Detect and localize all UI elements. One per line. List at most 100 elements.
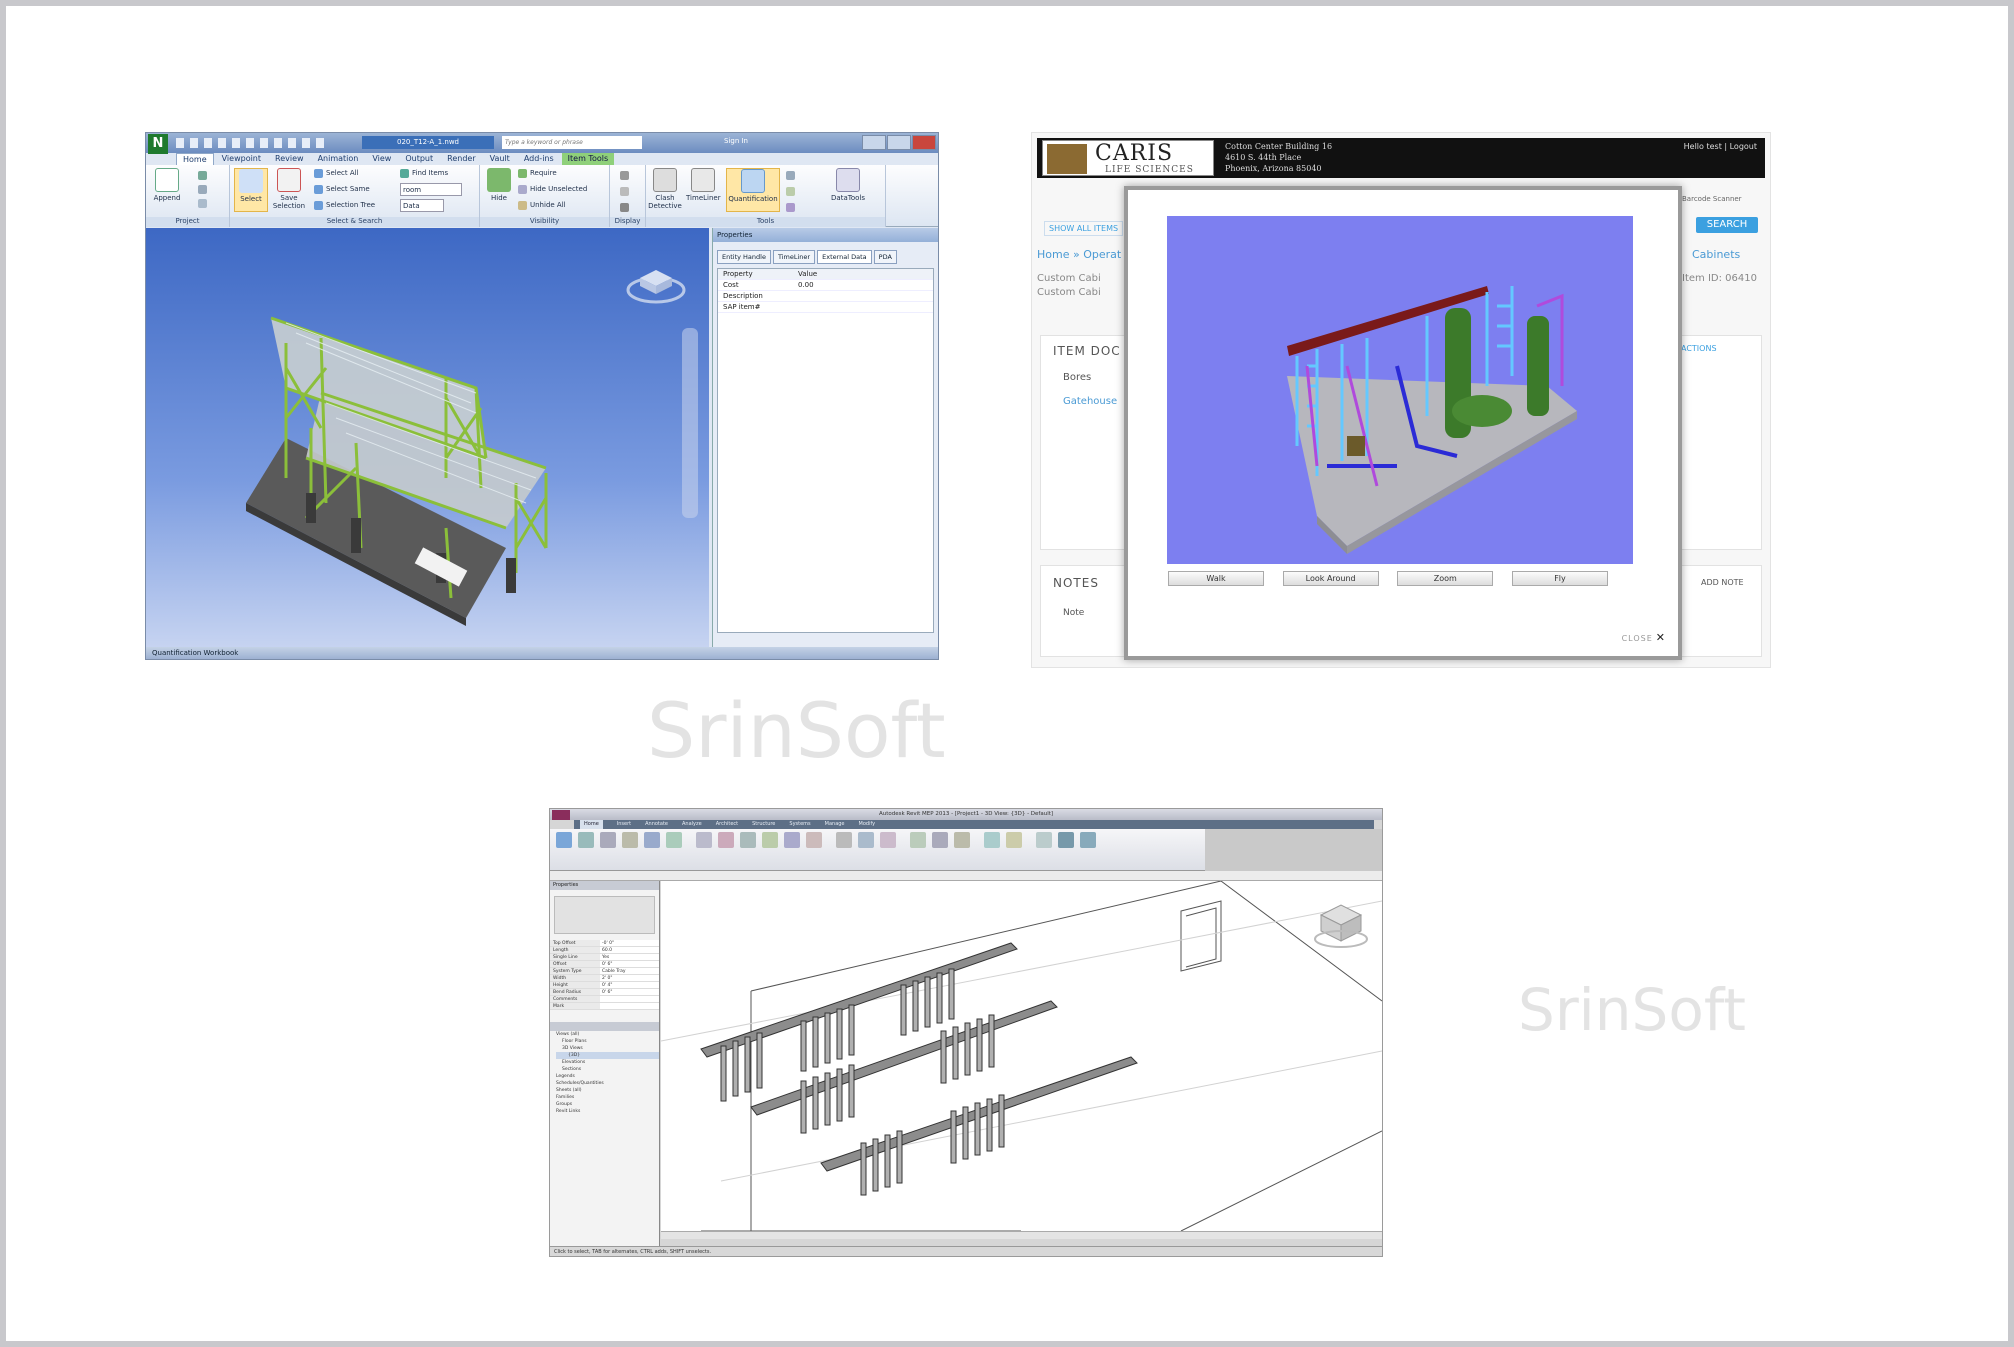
breadcrumb[interactable]: Home » Operat xyxy=(1037,248,1121,261)
model-text-icon[interactable] xyxy=(984,832,1000,848)
clash-detective-button[interactable]: Clash Detective xyxy=(648,168,682,212)
property-row[interactable]: Bend Radius 0' 6" xyxy=(550,989,659,996)
zoom-button[interactable]: Zoom xyxy=(1397,571,1494,586)
close-button[interactable]: CLOSE ✕ xyxy=(1622,631,1666,644)
tab-modify[interactable]: Modify xyxy=(859,820,876,829)
property-row[interactable]: Comments xyxy=(550,996,659,1003)
tree-item[interactable]: Sheets (all) xyxy=(556,1087,659,1094)
accessory-icon[interactable] xyxy=(644,832,660,848)
tab-timeliner[interactable]: TimeLiner xyxy=(772,250,816,264)
table-row[interactable]: Description xyxy=(718,291,933,302)
fly-button[interactable]: Fly xyxy=(1511,571,1608,586)
lighting-fixture-icon[interactable] xyxy=(836,832,852,848)
timeliner-button[interactable]: TimeLiner xyxy=(686,168,721,212)
property-row[interactable]: Length 60.0 xyxy=(550,947,659,954)
space-icon[interactable] xyxy=(932,832,948,848)
maximize-button[interactable] xyxy=(887,135,911,150)
view-control-bar[interactable] xyxy=(661,1231,1382,1239)
table-row[interactable]: Cost 0.00 xyxy=(718,280,933,291)
mechanical-equipment-icon[interactable] xyxy=(666,832,682,848)
select-same-button[interactable]: Select Same xyxy=(314,183,370,196)
tab-annotate[interactable]: Annotate xyxy=(645,820,668,829)
viewcube-icon[interactable] xyxy=(626,264,686,304)
tree-item[interactable]: Sections xyxy=(556,1066,659,1073)
append-button[interactable]: Append xyxy=(150,168,184,212)
refresh-button[interactable] xyxy=(198,169,210,182)
hide-button[interactable]: Hide xyxy=(482,168,516,212)
tab-home[interactable]: Home xyxy=(580,820,603,829)
navisworks-logo[interactable]: N xyxy=(148,134,168,154)
reference-plane-icon[interactable] xyxy=(1006,832,1022,848)
device-icon[interactable] xyxy=(880,832,896,848)
modify-icon[interactable] xyxy=(556,832,572,848)
tree-item[interactable]: Elevations xyxy=(556,1059,659,1066)
property-row[interactable]: Mark xyxy=(550,1003,659,1010)
selection-tree-button[interactable]: Selection Tree xyxy=(314,199,375,212)
quantification-button[interactable]: Quantification xyxy=(726,168,780,212)
property-row[interactable]: Offset 0' 6" xyxy=(550,961,659,968)
tab-vault[interactable]: Vault xyxy=(484,153,516,165)
barcode-link[interactable]: Barcode Scanner xyxy=(1682,195,1742,203)
navigation-bar[interactable] xyxy=(682,328,698,518)
property-row[interactable]: Top Offset -0' 0" xyxy=(550,940,659,947)
tab-systems[interactable]: Systems xyxy=(789,820,810,829)
tab-pda[interactable]: PDA xyxy=(873,250,897,264)
show-icon[interactable] xyxy=(1058,832,1074,848)
table-row[interactable]: SAP item# xyxy=(718,302,933,313)
tab-entity-handle[interactable]: Entity Handle xyxy=(717,250,771,264)
3d-viewport[interactable] xyxy=(146,228,709,649)
tab-output[interactable]: Output xyxy=(399,153,439,165)
property-row[interactable]: Single Line Yes xyxy=(550,954,659,961)
datatools-button[interactable]: DataTools xyxy=(826,168,870,212)
tab-review[interactable]: Review xyxy=(269,153,310,165)
require-button[interactable]: Require xyxy=(518,167,557,180)
3d-view-canvas[interactable] xyxy=(660,880,1382,1232)
electrical-equipment-icon[interactable] xyxy=(858,832,874,848)
select-all-button[interactable]: Select All xyxy=(314,167,359,180)
fitting-icon[interactable] xyxy=(622,832,638,848)
breadcrumb-right[interactable]: Cabinets xyxy=(1692,248,1740,261)
merge-button[interactable] xyxy=(198,183,210,196)
tab-viewpoint[interactable]: Viewpoint xyxy=(216,153,267,165)
scripter-button[interactable] xyxy=(786,185,798,198)
tree-item-selected[interactable]: {3D} xyxy=(556,1052,659,1059)
tree-item[interactable]: Families xyxy=(556,1094,659,1101)
conduit-icon[interactable] xyxy=(806,832,822,848)
tree-item[interactable]: Legends xyxy=(556,1073,659,1080)
file-options-button[interactable] xyxy=(198,197,210,210)
hide-unselected-button[interactable]: Hide Unselected xyxy=(518,183,587,196)
appearance-button[interactable] xyxy=(786,201,798,214)
property-row[interactable]: Width 2' 0" xyxy=(550,975,659,982)
quick-access-toolbar[interactable] xyxy=(176,138,326,148)
sign-in-link[interactable]: Sign In xyxy=(724,137,748,145)
search-button[interactable]: SEARCH xyxy=(1696,217,1758,233)
tree-item[interactable]: Schedules/Quantities xyxy=(556,1080,659,1087)
3d-viewer-canvas[interactable] xyxy=(1167,216,1633,564)
quick-find-input[interactable]: room xyxy=(400,183,462,196)
tab-analyze[interactable]: Analyze xyxy=(682,820,702,829)
property-row[interactable]: System Type Cable Tray xyxy=(550,968,659,975)
tab-item-tools[interactable]: Item Tools xyxy=(561,153,615,165)
tab-view[interactable]: View xyxy=(366,153,397,165)
set-workplane-icon[interactable] xyxy=(1036,832,1052,848)
tree-item[interactable]: Floor Plans xyxy=(556,1038,659,1045)
component-icon[interactable] xyxy=(910,832,926,848)
actions-dropdown[interactable]: ACTIONS xyxy=(1681,344,1717,353)
tree-item[interactable]: Groups xyxy=(556,1101,659,1108)
add-note-button[interactable]: ADD NOTE xyxy=(1701,578,1744,587)
type-selector[interactable] xyxy=(554,896,655,934)
sets-dropdown[interactable]: Data xyxy=(400,199,444,212)
sprinkler-icon[interactable] xyxy=(740,832,756,848)
links-button[interactable] xyxy=(620,169,632,182)
air-terminal-icon[interactable] xyxy=(696,832,712,848)
quick-properties-button[interactable] xyxy=(620,185,632,198)
show-all-button[interactable]: SHOW ALL ITEMS xyxy=(1044,221,1124,236)
revit-app-button[interactable] xyxy=(552,810,570,820)
viewcube-icon[interactable] xyxy=(1314,904,1368,948)
tab-external-data[interactable]: External Data xyxy=(817,250,872,264)
find-items-button[interactable]: Find Items xyxy=(400,167,448,180)
select-button[interactable]: Select xyxy=(234,168,268,212)
cable-tray-icon[interactable] xyxy=(784,832,800,848)
caris-logo[interactable]: CARIS LIFE SCIENCES xyxy=(1042,140,1214,176)
display-props-button[interactable] xyxy=(620,201,632,214)
